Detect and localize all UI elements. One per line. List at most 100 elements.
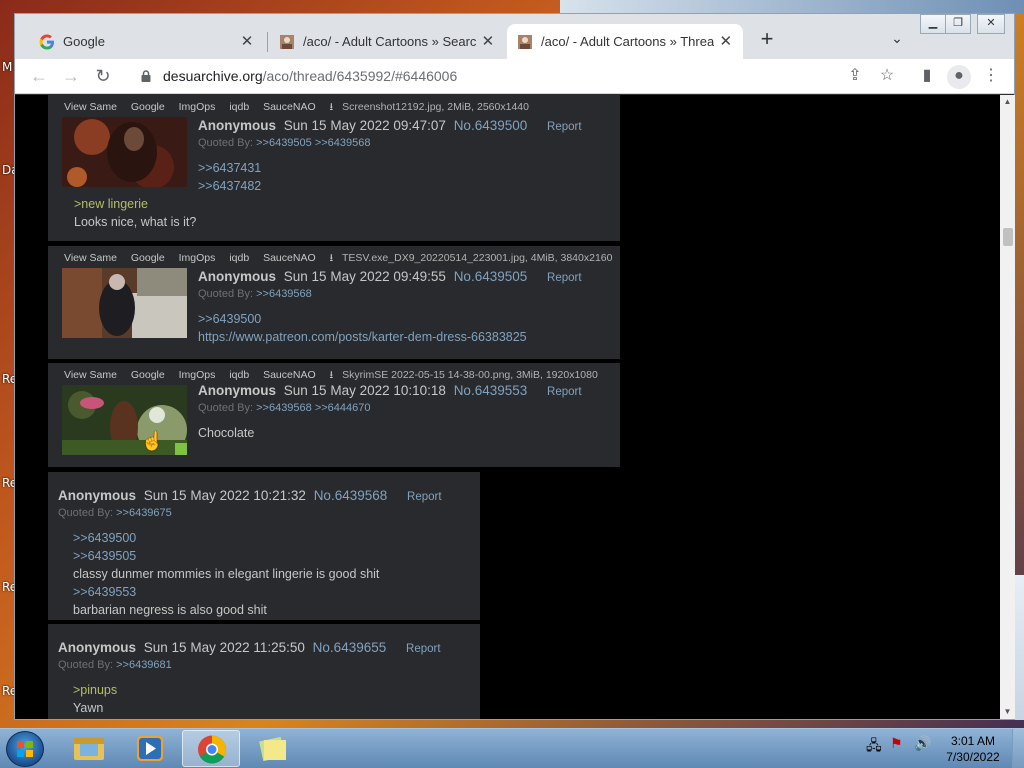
windows-explorer-icon[interactable] [60, 730, 118, 767]
post: View Same Google ImgOps iqdb SauceNAO ⭳ … [48, 363, 620, 467]
clock-date: 7/30/2022 [946, 750, 1000, 764]
quoted-by: Quoted By: >>6439681 [58, 659, 172, 671]
quoted-by-links[interactable]: >>6439568 >>6444670 [256, 402, 370, 414]
file-info[interactable]: TESV.exe_DX9_20220514_223001.jpg, 4MiB, … [342, 252, 613, 264]
external-url-link[interactable]: https://www.patreon.com/posts/karter-dem… [198, 330, 527, 344]
quoted-by-links[interactable]: >>6439568 [256, 288, 312, 300]
maximize-button[interactable]: ❐ [945, 14, 971, 34]
report-link[interactable]: Report [547, 272, 582, 284]
post-date: Sun 15 May 2022 09:47:07 [283, 118, 446, 133]
back-arrow-icon[interactable]: ← [27, 65, 51, 89]
view-same-link[interactable]: View Same [64, 101, 117, 113]
report-link[interactable]: Report [407, 491, 442, 503]
kebab-menu-icon[interactable]: ⋮ [979, 65, 1003, 89]
post-number-link[interactable]: No.6439655 [313, 640, 387, 655]
download-icon[interactable]: ⭳ [330, 252, 334, 264]
start-button[interactable] [6, 731, 44, 767]
google-link[interactable]: Google [131, 369, 165, 381]
quote-link[interactable]: >>6437431 [198, 161, 261, 175]
imgops-link[interactable]: ImgOps [179, 252, 216, 264]
action-center-flag-icon[interactable]: ⚑ [890, 735, 903, 752]
network-icon[interactable]: 🖧 [866, 735, 882, 759]
post-text: barbarian negress is also good shit [73, 603, 267, 617]
page-content: View Same Google ImgOps iqdb SauceNAO ⭳ … [15, 95, 1000, 719]
view-same-link[interactable]: View Same [64, 369, 117, 381]
close-icon[interactable]: ✕ [718, 33, 733, 50]
post-header: Anonymous Sun 15 May 2022 09:47:07 No.64… [198, 118, 582, 133]
quote-link[interactable]: >>6437482 [198, 179, 261, 193]
iqdb-link[interactable]: iqdb [229, 252, 249, 264]
system-clock[interactable]: 3:01 AM 7/30/2022 [940, 733, 1006, 765]
page-scrollbar[interactable]: ▲ ▼ [1000, 95, 1015, 719]
post-thumbnail[interactable] [62, 385, 187, 455]
quoted-by: Quoted By: >>6439568 >>6444670 [198, 402, 371, 414]
post: View Same Google ImgOps iqdb SauceNAO ⭳ … [48, 246, 620, 359]
post-number-link[interactable]: No.6439500 [454, 118, 528, 133]
quote-link[interactable]: >>6439500 [198, 312, 261, 326]
tab-aco-thread[interactable]: /aco/ - Adult Cartoons » Thread # ✕ [507, 24, 743, 59]
reload-icon[interactable]: ↻ [91, 65, 115, 89]
report-link[interactable]: Report [547, 386, 582, 398]
view-same-link[interactable]: View Same [64, 252, 117, 264]
saucenao-link[interactable]: SauceNAO [263, 252, 316, 264]
lock-icon [141, 70, 151, 82]
post-thumbnail[interactable] [62, 117, 187, 187]
new-tab-button[interactable]: + [755, 28, 779, 52]
close-window-button[interactable]: ✕ [977, 14, 1005, 34]
media-player-icon[interactable] [121, 730, 179, 767]
post-number-link[interactable]: No.6439505 [454, 269, 528, 284]
google-link[interactable]: Google [131, 101, 165, 113]
report-link[interactable]: Report [406, 643, 441, 655]
forward-arrow-icon[interactable]: → [59, 65, 83, 89]
chevron-down-icon[interactable]: ⌄ [887, 30, 907, 50]
tab-google[interactable]: Google ✕ [29, 24, 265, 59]
profile-avatar-icon[interactable]: ● [947, 65, 971, 89]
scroll-up-arrow-icon[interactable]: ▲ [1000, 95, 1015, 109]
close-icon[interactable]: ✕ [481, 33, 495, 50]
address-bar[interactable]: desuarchive.org/aco/thread/6435992/#6446… [129, 61, 899, 91]
post-thumbnail[interactable] [62, 268, 187, 338]
tab-aco-search[interactable]: /aco/ - Adult Cartoons » Searching ✕ [269, 24, 505, 59]
image-links: View Same Google ImgOps iqdb SauceNAO ⭳ … [64, 99, 540, 117]
greentext-line: >pinups [73, 683, 118, 697]
file-info[interactable]: Screenshot12192.jpg, 2MiB, 2560x1440 [342, 101, 529, 113]
quoted-by-links[interactable]: >>6439505 >>6439568 [256, 137, 370, 149]
file-info[interactable]: SkyrimSE 2022-05-15 14-38-00.png, 3MiB, … [342, 369, 598, 381]
bookmark-star-icon[interactable]: ☆ [875, 65, 899, 89]
post: Anonymous Sun 15 May 2022 10:21:32 No.64… [48, 472, 480, 620]
close-icon[interactable]: ✕ [239, 33, 255, 50]
quote-link[interactable]: >>6439500 [73, 531, 136, 545]
quote-link[interactable]: >>6439505 [73, 549, 136, 563]
saucenao-link[interactable]: SauceNAO [263, 369, 316, 381]
share-icon[interactable]: ⇪ [843, 65, 867, 89]
post-number-link[interactable]: No.6439568 [314, 488, 388, 503]
download-icon[interactable]: ⭳ [330, 101, 334, 113]
post: Anonymous Sun 15 May 2022 11:25:50 No.64… [48, 624, 480, 719]
quoted-by-links[interactable]: >>6439675 [116, 507, 172, 519]
download-icon[interactable]: ⭳ [330, 369, 334, 381]
show-desktop-button[interactable] [1012, 729, 1024, 768]
tab-title: /aco/ - Adult Cartoons » Searching [303, 34, 477, 49]
report-link[interactable]: Report [547, 121, 582, 133]
scrollbar-thumb[interactable] [1003, 228, 1013, 246]
tab-strip: Google ✕ /aco/ - Adult Cartoons » Search… [15, 14, 1014, 59]
post-header: Anonymous Sun 15 May 2022 10:21:32 No.64… [58, 488, 442, 503]
post-number-link[interactable]: No.6439553 [454, 383, 528, 398]
imgops-link[interactable]: ImgOps [179, 101, 216, 113]
poster-name: Anonymous [58, 488, 137, 503]
quote-link[interactable]: >>6439553 [73, 585, 136, 599]
iqdb-link[interactable]: iqdb [229, 369, 249, 381]
sticky-notes-icon[interactable] [244, 730, 302, 767]
desktop-icon-label[interactable]: M [2, 60, 12, 74]
minimize-button[interactable]: ▁ [920, 14, 946, 34]
iqdb-link[interactable]: iqdb [229, 101, 249, 113]
quoted-by-links[interactable]: >>6439681 [116, 659, 172, 671]
side-panel-icon[interactable]: ▮ [915, 65, 939, 89]
google-link[interactable]: Google [131, 252, 165, 264]
scroll-down-arrow-icon[interactable]: ▼ [1000, 705, 1015, 719]
imgops-link[interactable]: ImgOps [179, 369, 216, 381]
chrome-icon[interactable] [182, 730, 240, 767]
volume-icon[interactable]: 🔊 [914, 735, 931, 752]
saucenao-link[interactable]: SauceNAO [263, 101, 316, 113]
windows-logo-icon [17, 741, 33, 757]
